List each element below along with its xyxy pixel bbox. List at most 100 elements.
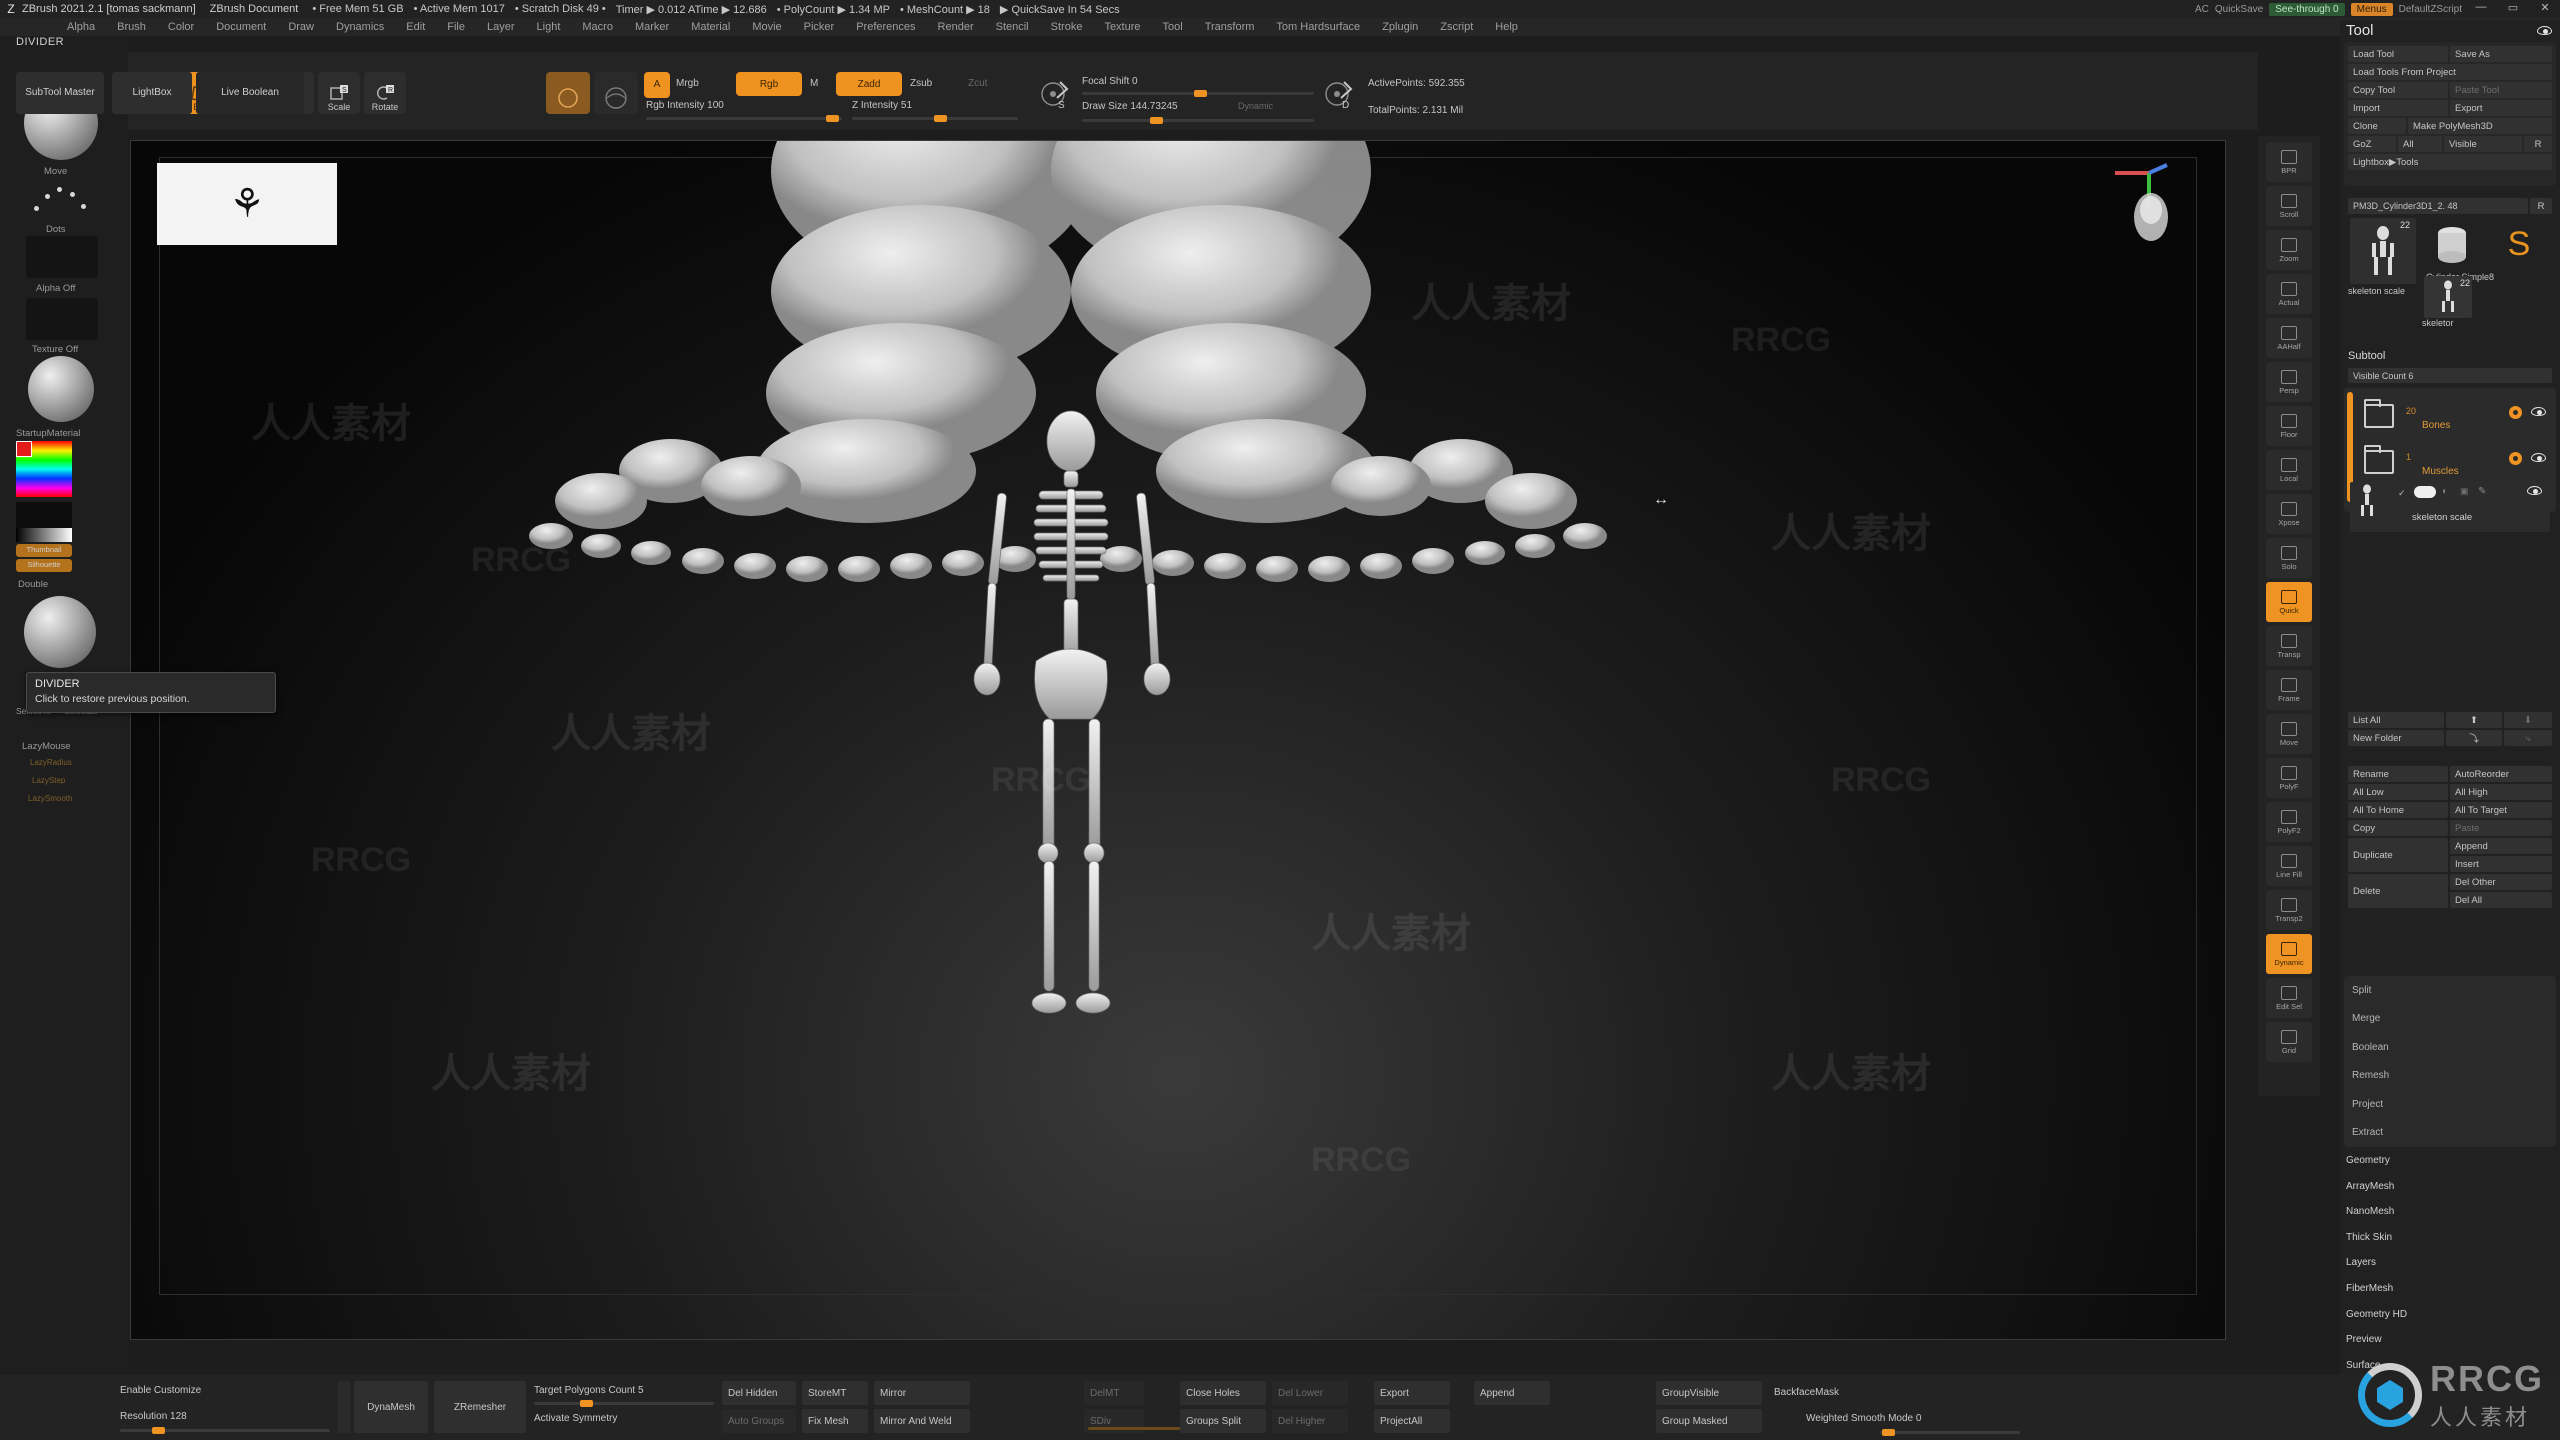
goz-visible-button[interactable]: Visible — [2444, 136, 2522, 152]
close-holes-button[interactable]: Close Holes — [1180, 1381, 1266, 1405]
dynamic-label[interactable]: Dynamic — [1238, 101, 1273, 111]
rail-button-frame[interactable]: Frame — [2266, 670, 2312, 710]
rail-button-zoom[interactable]: Zoom — [2266, 230, 2312, 270]
alpha-swatch[interactable] — [26, 236, 98, 278]
brush-check-icon[interactable]: ✓ — [2398, 488, 2406, 499]
gear-icon[interactable] — [2509, 452, 2522, 465]
weighted-smooth-slider[interactable] — [1880, 1429, 2020, 1436]
save-as-button[interactable]: Save As — [2450, 46, 2552, 62]
rename-button[interactable]: Rename — [2348, 766, 2448, 782]
tool-section-thick-skin[interactable]: Thick Skin — [2346, 1232, 2546, 1243]
export-button[interactable]: Export — [2450, 100, 2552, 116]
tool-section-arraymesh[interactable]: ArrayMesh — [2346, 1181, 2546, 1192]
subtool-item-skeleton-scale[interactable]: ✓ ◐ ▣ ✎ skeleton scale — [2350, 482, 2550, 532]
paste-tool-button[interactable]: Paste Tool — [2450, 82, 2552, 98]
lazymouse-label[interactable]: LazyMouse — [22, 741, 71, 752]
menu-item-macro[interactable]: Macro — [571, 21, 624, 33]
export-bottom-button[interactable]: Export — [1374, 1381, 1450, 1405]
all-high-button[interactable]: All High — [2450, 784, 2552, 800]
enable-customize-label[interactable]: Enable Customize — [120, 1385, 201, 1396]
moon-icon[interactable]: ◐ — [2442, 486, 2448, 497]
color-current-swatch[interactable] — [16, 502, 72, 528]
zsub-button[interactable]: Zsub — [910, 78, 932, 89]
eye-icon[interactable] — [2531, 407, 2546, 416]
gear-icon[interactable] — [2509, 406, 2522, 419]
del-all-button[interactable]: Del All — [2450, 892, 2552, 908]
rgb-button[interactable]: Rgb — [736, 72, 802, 96]
m-button[interactable]: M — [810, 78, 818, 89]
goz-r-button[interactable]: R — [2524, 136, 2552, 152]
fix-mesh-button[interactable]: Fix Mesh — [802, 1409, 868, 1433]
folder-in-icon[interactable]: ⤷ — [2504, 730, 2552, 746]
mirror-and-weld-button[interactable]: Mirror And Weld — [874, 1409, 970, 1433]
group-visible-button[interactable]: GroupVisible — [1656, 1381, 1762, 1405]
menu-item-tom-hardsurface[interactable]: Tom Hardsurface — [1265, 21, 1371, 33]
tool-thumb-cylinder[interactable] — [2422, 218, 2482, 272]
subtool-op-merge[interactable]: Merge — [2344, 1005, 2556, 1034]
del-lower-button[interactable]: Del Lower — [1272, 1381, 1348, 1405]
canvas-thumbnail[interactable]: ⚘ — [157, 163, 337, 245]
rail-button-move[interactable]: Move — [2266, 714, 2312, 754]
rgb-intensity-label[interactable]: Rgb Intensity 100 — [646, 100, 724, 111]
silhouette-button[interactable]: Silhouette — [16, 559, 72, 572]
subtool-op-project[interactable]: Project — [2344, 1090, 2556, 1119]
menu-item-picker[interactable]: Picker — [793, 21, 846, 33]
make-polymesh3d-button[interactable]: Make PolyMesh3D — [2408, 118, 2552, 134]
subtool-folder-bones[interactable]: 20 Bones — [2360, 394, 2552, 434]
alpha-preview-button[interactable] — [594, 72, 638, 114]
rail-button-edit-sel[interactable]: Edit Sel — [2266, 978, 2312, 1018]
rail-button-xpose[interactable]: Xpose — [2266, 494, 2312, 534]
append-bottom-button[interactable]: Append — [1474, 1381, 1550, 1405]
zcut-button[interactable]: Zcut — [968, 78, 987, 89]
rail-button-quick[interactable]: Quick — [2266, 582, 2312, 622]
menu-item-marker[interactable]: Marker — [624, 21, 680, 33]
append-button[interactable]: Append — [2450, 838, 2552, 854]
menu-item-render[interactable]: Render — [927, 21, 985, 33]
texture-swatch[interactable] — [26, 298, 98, 340]
menus-button[interactable]: Menus — [2350, 2, 2393, 16]
default-zscript-label[interactable]: DefaultZScript — [2399, 4, 2462, 15]
target-polygons-slider[interactable] — [534, 1400, 714, 1407]
rail-button-line-fill[interactable]: Line Fill — [2266, 846, 2312, 886]
transparency-icon[interactable]: ▣ — [2460, 486, 2469, 497]
material-icon[interactable] — [28, 356, 94, 422]
delmt-button[interactable]: DelMT — [1084, 1381, 1144, 1405]
rail-button-scroll[interactable]: Scroll — [2266, 186, 2312, 226]
draw-size-slider[interactable] — [1082, 117, 1314, 124]
focal-shift-slider[interactable] — [1082, 90, 1314, 97]
del-higher-button[interactable]: Del Higher — [1272, 1409, 1348, 1433]
groups-split-button[interactable]: Groups Split — [1180, 1409, 1266, 1433]
rail-button-dynamic[interactable]: Dynamic — [2266, 934, 2312, 974]
import-button[interactable]: Import — [2348, 100, 2448, 116]
subtool-folder-muscles[interactable]: 1 Muscles — [2360, 440, 2552, 480]
viewport-canvas[interactable]: ⚘ ↔ 人人素材 人人素材 人人素材 人人素材 人人素材 人人素材 人人素材 R… — [130, 140, 2226, 1340]
z-intensity-label[interactable]: Z Intensity 51 — [852, 100, 912, 111]
current-tool-name[interactable]: PM3D_Cylinder3D1_2. 48 — [2348, 198, 2528, 214]
backface-mask-label[interactable]: BackfaceMask — [1774, 1387, 1839, 1398]
menu-item-zplugin[interactable]: Zplugin — [1371, 21, 1429, 33]
menu-item-texture[interactable]: Texture — [1093, 21, 1151, 33]
thumbnail-button[interactable]: Thumbnail — [16, 544, 72, 557]
subtool-op-extract[interactable]: Extract — [2344, 1119, 2556, 1148]
subtool-op-boolean[interactable]: Boolean — [2344, 1033, 2556, 1062]
close-icon[interactable]: ✕ — [2532, 1, 2558, 17]
move-down-icon[interactable]: ⬇ — [2504, 712, 2552, 728]
projectall-button[interactable]: ProjectAll — [1374, 1409, 1450, 1433]
lightbox-button[interactable]: LightBox — [112, 72, 192, 114]
visible-count-slider[interactable]: Visible Count 6 — [2348, 368, 2552, 383]
tool-section-preview[interactable]: Preview — [2346, 1334, 2546, 1345]
load-tool-button[interactable]: Load Tool — [2348, 46, 2448, 62]
subtool-toggle[interactable] — [2414, 486, 2436, 498]
auto-groups-button[interactable]: Auto Groups — [722, 1409, 796, 1433]
clone-button[interactable]: Clone — [2348, 118, 2406, 134]
rail-button-solo[interactable]: Solo — [2266, 538, 2312, 578]
activate-symmetry-label[interactable]: Activate Symmetry — [534, 1413, 617, 1424]
resolution-extra-button[interactable] — [338, 1381, 350, 1433]
rail-button-transp[interactable]: Transp — [2266, 626, 2312, 666]
quicksave-button[interactable]: QuickSave — [2215, 4, 2263, 15]
current-tool-r-button[interactable]: R — [2530, 198, 2552, 214]
zremesher-button[interactable]: ZRemesher — [434, 1381, 526, 1433]
lazysmooth-label[interactable]: LazySmooth — [28, 794, 72, 803]
new-folder-button[interactable]: New Folder — [2348, 730, 2444, 746]
copy-tool-button[interactable]: Copy Tool — [2348, 82, 2448, 98]
